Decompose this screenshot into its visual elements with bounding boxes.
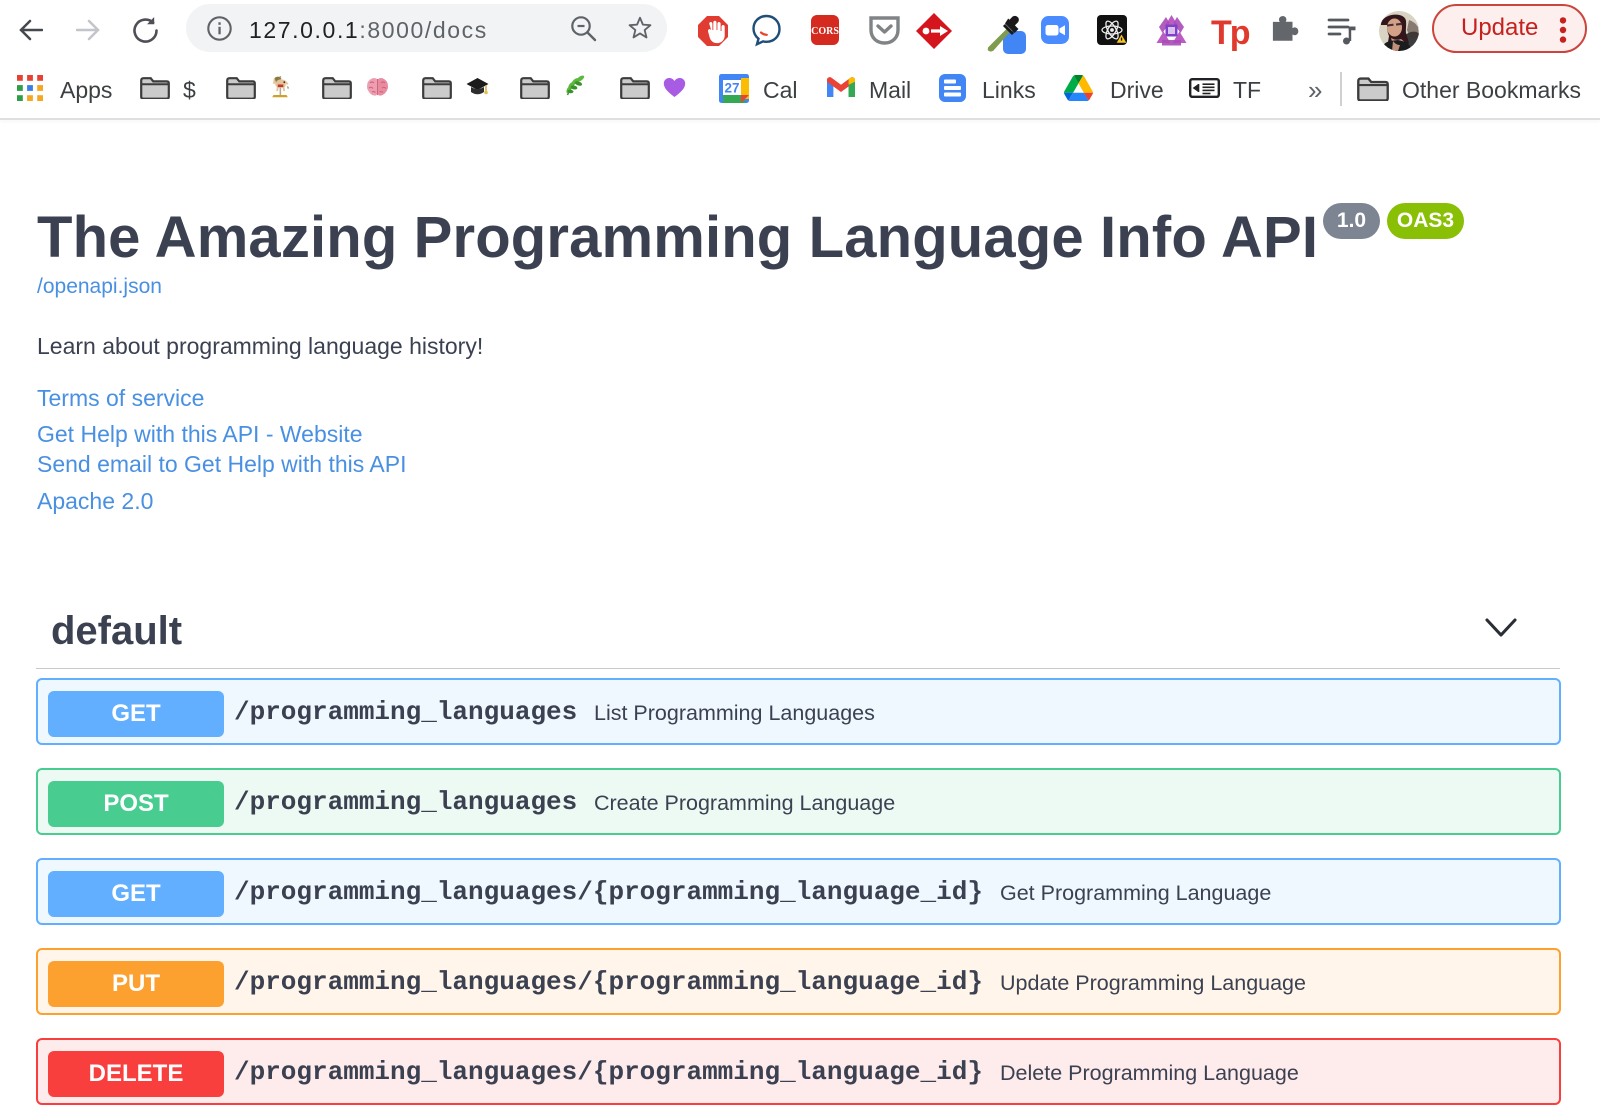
svg-text:27: 27 xyxy=(724,81,739,96)
